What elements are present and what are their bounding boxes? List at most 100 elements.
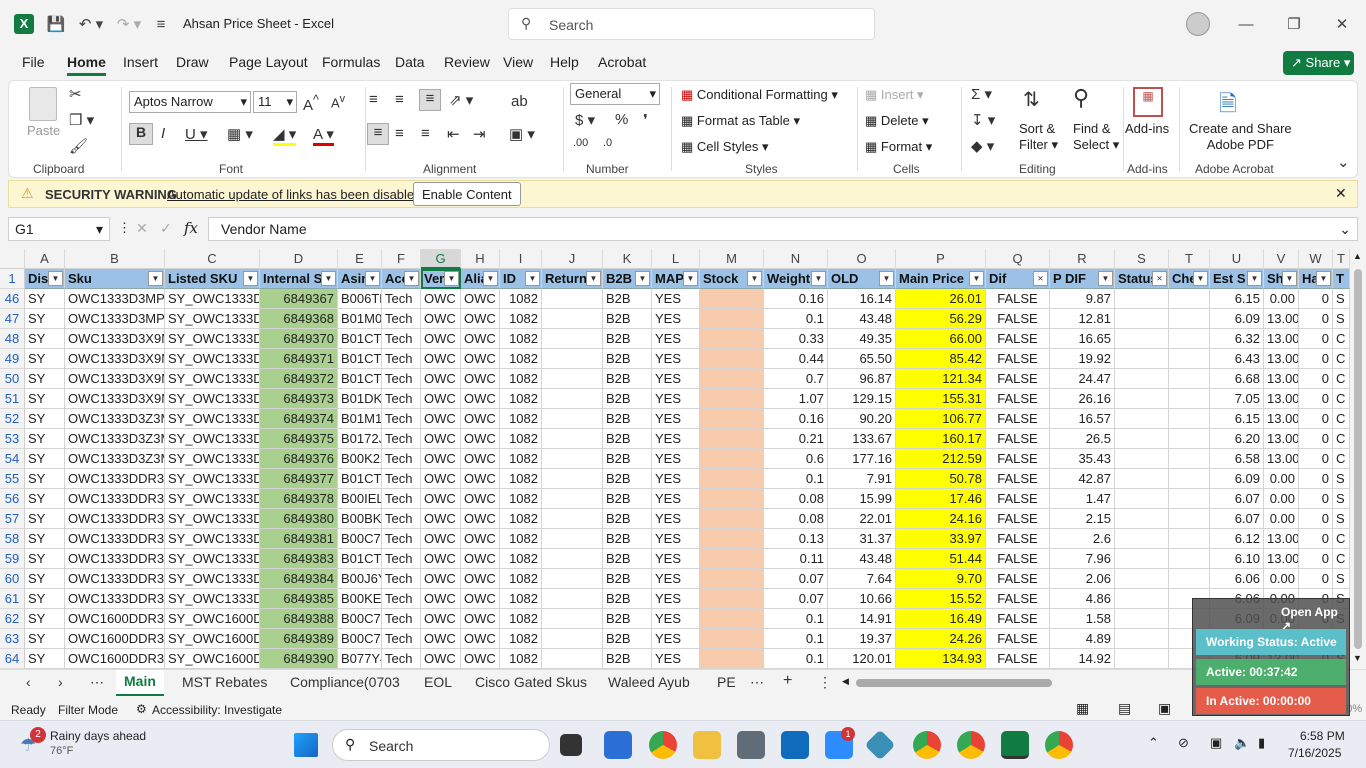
table-cell[interactable]: SY	[25, 529, 65, 549]
table-cell[interactable]: 16.65	[1050, 329, 1115, 349]
table-cell[interactable]: 2.06	[1050, 569, 1115, 589]
table-cell[interactable]: SY	[25, 549, 65, 569]
table-cell[interactable]: OWC1333DDR3S	[65, 549, 165, 569]
column-header-a[interactable]: A	[25, 249, 65, 269]
table-cell[interactable]	[542, 349, 603, 369]
format-as-table-button[interactable]: ▦ Format as Table ▾	[681, 113, 800, 129]
table-cell[interactable]	[1169, 389, 1210, 409]
table-cell[interactable]: FALSE	[986, 469, 1050, 489]
table-cell[interactable]: FALSE	[986, 409, 1050, 429]
table-cell[interactable]: FALSE	[986, 629, 1050, 649]
tab-insert[interactable]: Insert	[123, 54, 158, 70]
table-cell[interactable]: 160.17	[896, 429, 986, 449]
row-header[interactable]: 47	[0, 309, 25, 329]
table-cell[interactable]: OWC	[461, 589, 500, 609]
font-color-icon[interactable]: A ▾	[313, 125, 334, 146]
table-cell[interactable]: B01M1	[338, 409, 382, 429]
page-break-icon[interactable]: ▣	[1158, 700, 1171, 717]
row-header[interactable]: 63	[0, 629, 25, 649]
table-cell[interactable]: B2B	[603, 369, 652, 389]
column-header-v[interactable]: V	[1264, 249, 1299, 269]
table-cell[interactable]	[1169, 289, 1210, 309]
table-cell[interactable]: C	[1333, 369, 1350, 389]
table-cell[interactable]: 134.93	[896, 649, 986, 669]
table-cell[interactable]: OWC	[461, 529, 500, 549]
row-header[interactable]: 61	[0, 589, 25, 609]
table-cell[interactable]: SY	[25, 429, 65, 449]
table-cell[interactable]: YES	[652, 349, 700, 369]
table-cell[interactable]: YES	[652, 469, 700, 489]
table-cell[interactable]: Tech	[382, 389, 421, 409]
filter-dropdown-icon[interactable]: ▼	[683, 271, 698, 286]
chrome-profile3-icon[interactable]	[1045, 731, 1073, 759]
scroll-left-icon[interactable]: ◀	[842, 676, 849, 687]
table-cell[interactable]: 0	[1299, 549, 1333, 569]
table-cell[interactable]: B2B	[603, 309, 652, 329]
table-cell[interactable]	[1169, 489, 1210, 509]
increase-font-icon[interactable]: A^	[303, 93, 319, 114]
table-cell[interactable]: 85.42	[896, 349, 986, 369]
filter-dropdown-icon[interactable]: ▼	[1316, 271, 1331, 286]
table-cell[interactable]: 13.00	[1264, 549, 1299, 569]
table-cell[interactable]: OWC	[421, 329, 461, 349]
table-cell[interactable]: B2B	[603, 529, 652, 549]
comma-icon[interactable]: ❜	[643, 111, 648, 129]
table-cell[interactable]: 24.47	[1050, 369, 1115, 389]
table-cell[interactable]: 212.59	[896, 449, 986, 469]
table-cell[interactable]: YES	[652, 549, 700, 569]
table-cell[interactable]: 16.14	[828, 289, 896, 309]
row-header[interactable]: 48	[0, 329, 25, 349]
table-cell[interactable]	[700, 569, 764, 589]
table-cell[interactable]	[700, 369, 764, 389]
more-tabs-icon[interactable]: ⋯	[750, 674, 764, 691]
table-cell[interactable]: 6849385	[260, 589, 338, 609]
table-cell[interactable]: 1082	[500, 569, 542, 589]
table-cell[interactable]: 106.77	[896, 409, 986, 429]
tab-options-icon[interactable]: ⋮	[818, 674, 832, 691]
cancel-icon[interactable]: ✕	[136, 220, 148, 237]
table-cell[interactable]: 6849370	[260, 329, 338, 349]
table-cell[interactable]: SY	[25, 509, 65, 529]
table-cell[interactable]	[700, 549, 764, 569]
addins-button[interactable]: Add-ins	[1125, 121, 1169, 136]
table-cell[interactable]: 13.00	[1264, 449, 1299, 469]
table-cell[interactable]	[542, 489, 603, 509]
vertical-scrollbar[interactable]: ▲ ▼	[1350, 249, 1366, 669]
table-cell[interactable]: 0	[1299, 529, 1333, 549]
table-cell[interactable]: S	[1333, 489, 1350, 509]
table-cell[interactable]: B2B	[603, 549, 652, 569]
find-select-label[interactable]: Find & Select ▾	[1073, 121, 1119, 153]
orientation-icon[interactable]: ⇗ ▾	[449, 91, 473, 109]
table-cell[interactable]	[700, 469, 764, 489]
volume-icon[interactable]: 🔈	[1234, 735, 1250, 751]
table-cell[interactable]: OWC1333DDR3S	[65, 529, 165, 549]
table-cell[interactable]: FALSE	[986, 429, 1050, 449]
table-cell[interactable]: 6.68	[1210, 369, 1264, 389]
table-cell[interactable]: B00BKY	[338, 509, 382, 529]
row-header[interactable]: 52	[0, 409, 25, 429]
chrome-profile-icon[interactable]	[913, 731, 941, 759]
table-cell[interactable]: 6849367	[260, 289, 338, 309]
scroll-down-icon[interactable]: ▼	[1353, 653, 1362, 663]
increase-decimal-icon[interactable]: .00	[573, 137, 588, 149]
taskbar-search[interactable]: ⚲ Search	[332, 729, 550, 761]
row-header[interactable]: 62	[0, 609, 25, 629]
table-cell[interactable]: 1082	[500, 389, 542, 409]
filter-dropdown-icon[interactable]: ▼	[525, 271, 540, 286]
table-cell[interactable]: SY	[25, 329, 65, 349]
table-cell[interactable]: YES	[652, 389, 700, 409]
table-cell[interactable]: OWC	[421, 409, 461, 429]
addins-icon[interactable]: ▦	[1133, 87, 1163, 117]
table-cell[interactable]: Tech	[382, 529, 421, 549]
table-cell[interactable]: 1.47	[1050, 489, 1115, 509]
table-cell[interactable]: OWC	[421, 429, 461, 449]
tab-page-layout[interactable]: Page Layout	[229, 54, 308, 70]
insert-function-icon[interactable]: fx	[184, 219, 198, 237]
table-cell[interactable]: 13.00	[1264, 529, 1299, 549]
table-cell[interactable]	[700, 329, 764, 349]
table-cell[interactable]	[542, 369, 603, 389]
table-cell[interactable]: C	[1333, 429, 1350, 449]
column-header-i[interactable]: I	[500, 249, 542, 269]
table-cell[interactable]: SY	[25, 289, 65, 309]
table-cell[interactable]: SY	[25, 489, 65, 509]
